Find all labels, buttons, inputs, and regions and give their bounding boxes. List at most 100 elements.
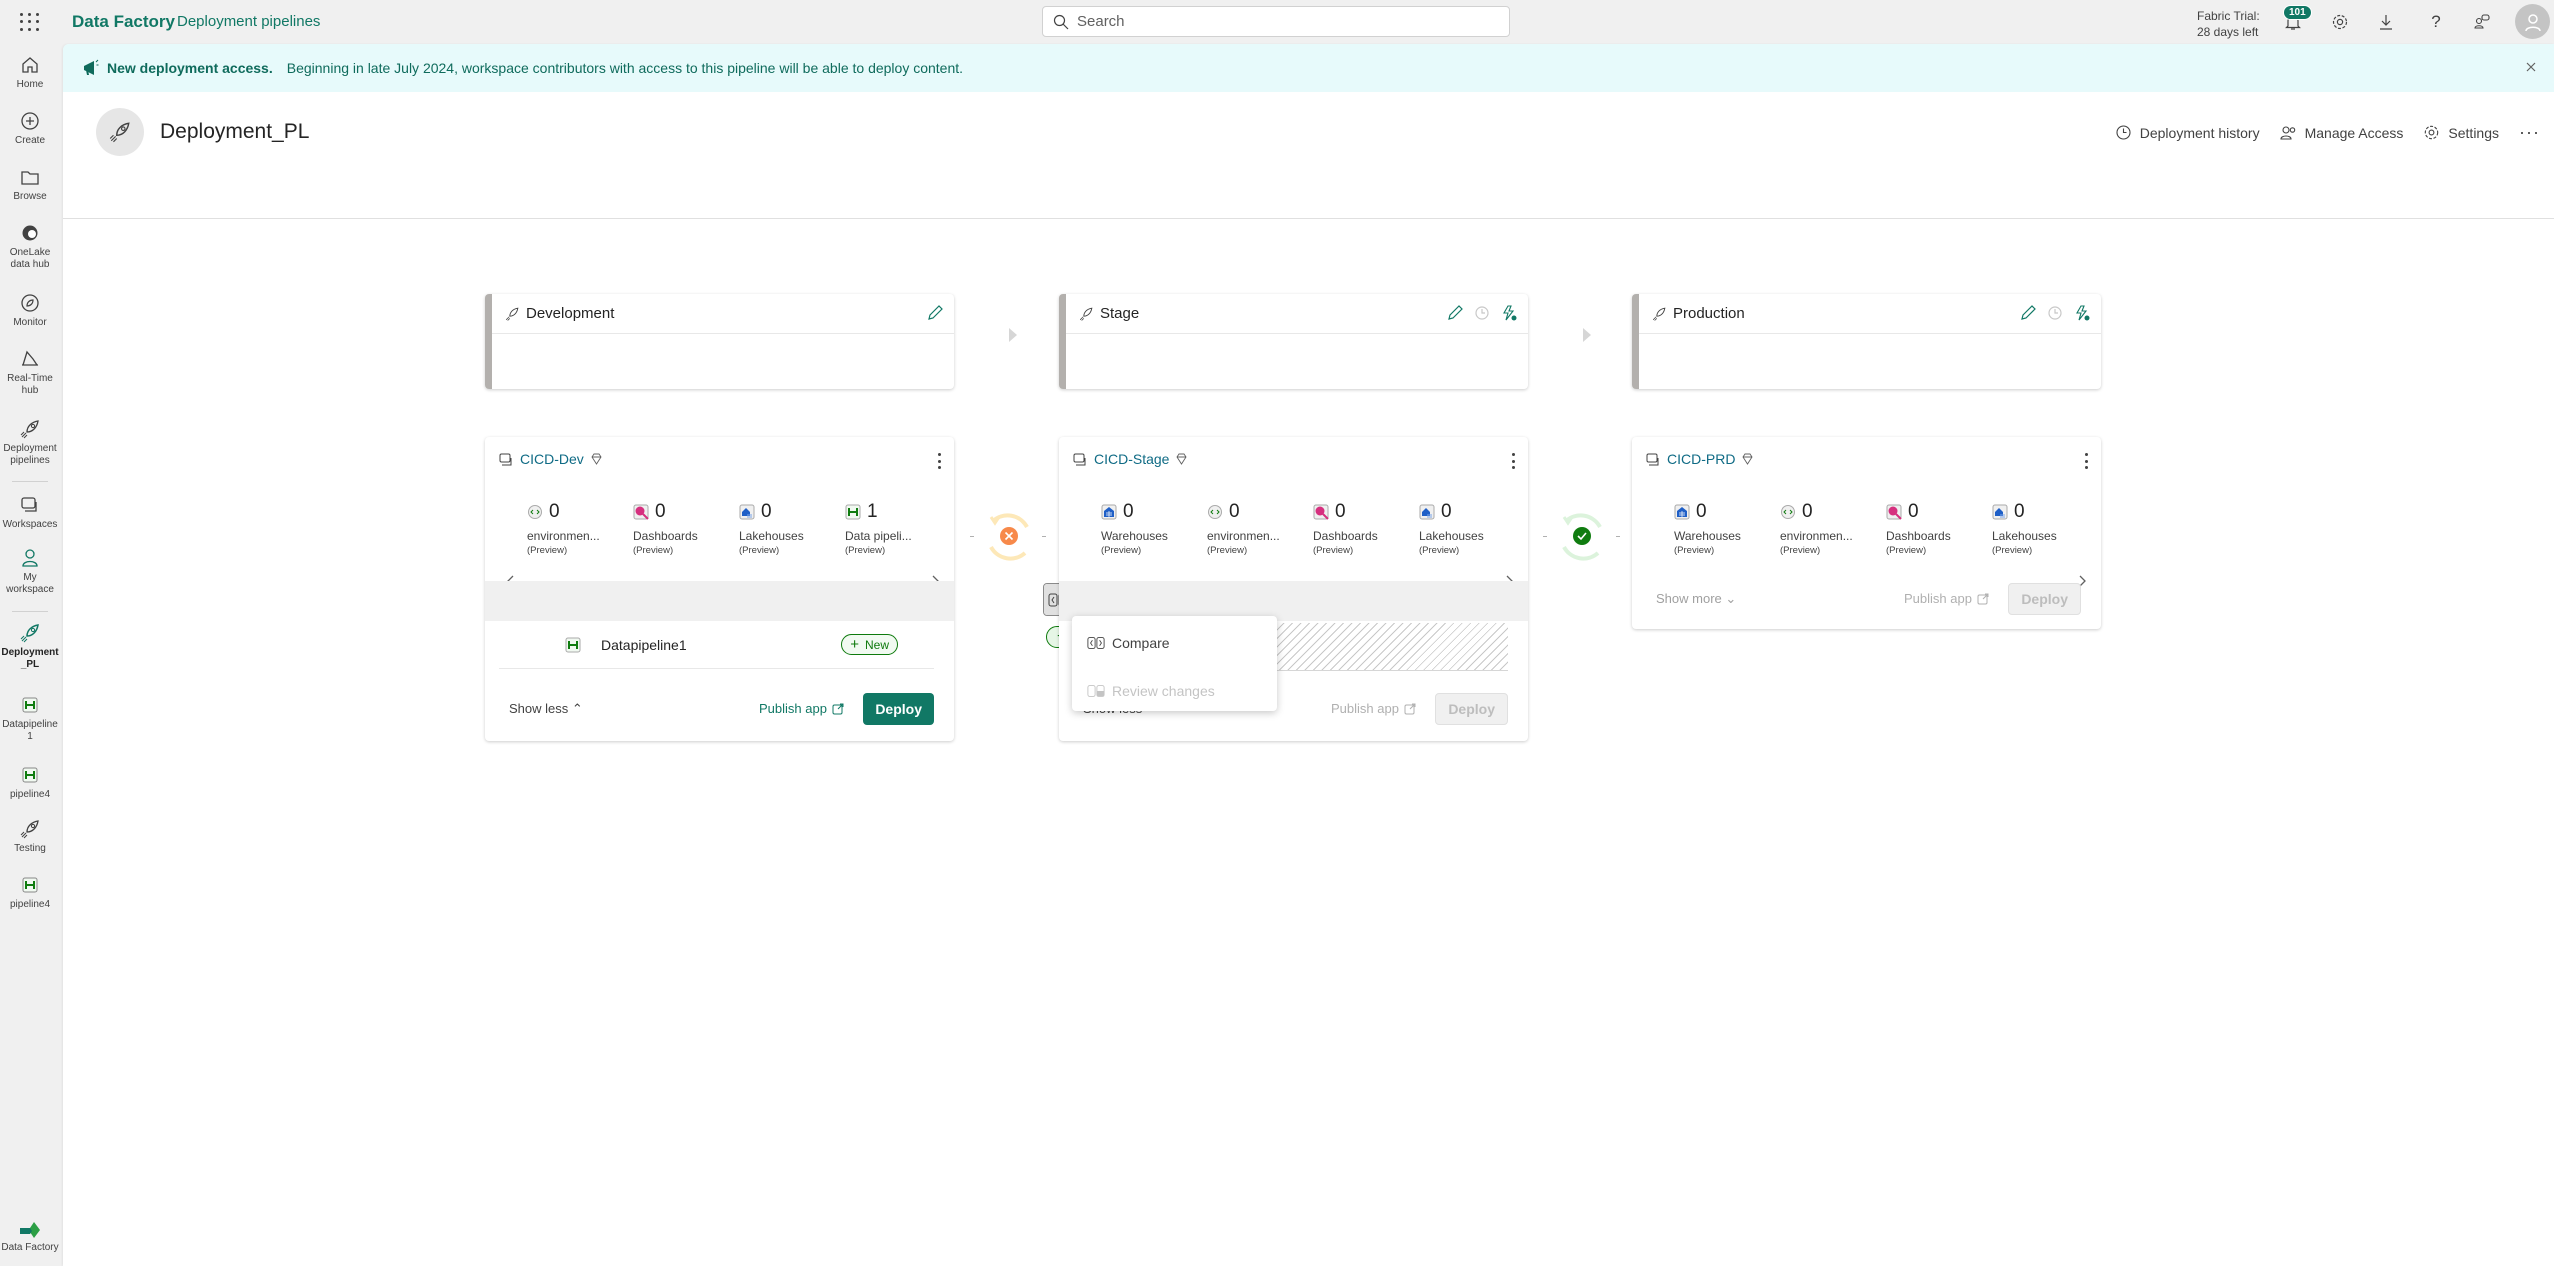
app-launcher-icon[interactable] — [18, 11, 40, 33]
stat-dashboards[interactable]: 0 Dashboards (Preview) — [633, 501, 733, 556]
premium-diamond-icon — [591, 453, 602, 465]
publish-label: Publish app — [1904, 591, 1972, 606]
stat-name: Dashboards — [633, 529, 698, 543]
nav-deployment-pipelines[interactable]: Deployment pipelines — [0, 418, 60, 467]
breadcrumb-section[interactable]: Deployment pipelines — [177, 13, 320, 30]
pipeline-icon — [565, 637, 581, 652]
experience-switcher[interactable]: Data Factory — [0, 1220, 60, 1253]
publish-app-link[interactable]: Publish app — [1904, 591, 1989, 606]
stat-lakehouses[interactable]: 0 Lakehouses (Preview) — [739, 501, 839, 556]
stat-environments[interactable]: 0 environmen... (Preview) — [527, 501, 627, 556]
more-options-button[interactable]: ··· — [2519, 122, 2540, 143]
stat-dashboards[interactable]: 0 Dashboards (Preview) — [1886, 501, 1986, 556]
manage-access-button[interactable]: Manage Access — [2280, 124, 2403, 141]
settings-button[interactable] — [2328, 10, 2352, 34]
nav-datapipeline1[interactable]: Datapipeline 1 — [0, 694, 60, 743]
stage-card-production[interactable]: Production — [1632, 294, 2101, 389]
nav-onelake[interactable]: OneLake data hub — [0, 222, 60, 271]
folder-icon — [21, 171, 39, 185]
new-item-badge: + New — [841, 634, 898, 655]
deploy-button[interactable]: Deploy — [2008, 583, 2081, 615]
deploy-button[interactable]: Deploy — [1435, 693, 1508, 725]
workspace-link[interactable]: CICD-PRD — [1646, 451, 1760, 467]
stat-note: (Preview) — [1313, 545, 1354, 556]
publish-label: Publish app — [1331, 701, 1399, 716]
edit-stage-button[interactable] — [926, 304, 944, 322]
edit-stage-button[interactable] — [1446, 304, 1464, 322]
trial-status[interactable]: Fabric Trial: 28 days left — [2197, 8, 2260, 40]
user-avatar[interactable] — [2515, 4, 2550, 39]
help-button[interactable]: ? — [2424, 10, 2448, 34]
nav-my-workspace[interactable]: My workspace — [0, 547, 60, 596]
nav-testing[interactable]: Testing — [0, 818, 60, 855]
workspace-link[interactable]: CICD-Dev — [499, 451, 609, 467]
nav-create[interactable]: Create — [0, 110, 60, 147]
workspace-icon — [499, 453, 512, 465]
sync-status-in-sync[interactable] — [1554, 505, 1610, 569]
stage-card-development[interactable]: Development — [485, 294, 954, 389]
nav-deployment-pl[interactable]: Deployment _PL — [0, 622, 60, 671]
dashboard-icon — [1313, 504, 1329, 520]
deployment-rules-button[interactable] — [1500, 304, 1518, 322]
stage-history-button[interactable] — [1473, 304, 1491, 322]
deployment-rules-button[interactable] — [2073, 304, 2091, 322]
stat-dashboards[interactable]: 0 Dashboards (Preview) — [1313, 501, 1413, 556]
premium-diamond-icon — [1176, 453, 1188, 465]
stat-lakehouses[interactable]: 0 Lakehouses (Preview) — [1419, 501, 1519, 556]
stat-count: 0 — [1441, 501, 1452, 522]
stat-data-pipelines[interactable]: 1 Data pipeli... (Preview) — [845, 501, 945, 556]
stat-warehouses[interactable]: 0 Warehouses (Preview) — [1101, 501, 1201, 556]
nav-pipeline4[interactable]: pipeline4 — [0, 764, 60, 801]
stat-environments[interactable]: 0 environmen... (Preview) — [1780, 501, 1880, 556]
stat-note: (Preview) — [845, 545, 886, 556]
close-icon[interactable] — [2524, 60, 2538, 74]
nav-home[interactable]: Home — [0, 54, 60, 91]
environment-icon — [528, 505, 542, 519]
deploy-button[interactable]: Deploy — [863, 693, 934, 725]
nav-workspaces[interactable]: Workspaces — [0, 494, 60, 531]
stat-warehouses[interactable]: 0 Warehouses (Preview) — [1674, 501, 1774, 556]
menu-item-compare[interactable]: Compare — [1072, 623, 1277, 663]
workspace-more-button[interactable] — [2083, 453, 2089, 469]
edit-stage-button[interactable] — [2019, 304, 2037, 322]
stat-environments[interactable]: 0 environmen... (Preview) — [1207, 501, 1307, 556]
nav-label: Workspaces — [2, 519, 58, 530]
workspace-link[interactable]: CICD-Stage — [1073, 451, 1194, 467]
nav-realtime-hub[interactable]: Real-Time hub — [0, 348, 60, 397]
deployment-history-button[interactable]: Deployment history — [2115, 124, 2260, 141]
stat-name: Dashboards — [1886, 529, 1951, 543]
banner-text: Beginning in late July 2024, workspace c… — [286, 60, 964, 76]
workspace-more-button[interactable] — [936, 453, 942, 469]
workspace-more-button[interactable] — [1510, 453, 1516, 469]
nav-label: OneLake data hub — [9, 247, 51, 270]
nav-browse[interactable]: Browse — [0, 166, 60, 203]
show-less-toggle[interactable]: Show less ⌃ — [509, 701, 583, 717]
pipeline-settings-button[interactable]: Settings — [2423, 124, 2499, 141]
home-icon — [22, 57, 38, 73]
publish-app-link[interactable]: Publish app — [1331, 701, 1416, 716]
show-more-toggle[interactable]: Show more ⌄ — [1656, 591, 1736, 607]
connector-dash — [970, 536, 974, 537]
trial-label: Fabric Trial: — [2197, 9, 2260, 23]
list-item[interactable]: Datapipeline1 + New — [499, 621, 934, 669]
publish-label: Publish app — [759, 701, 827, 716]
menu-item-label: Review changes — [1112, 683, 1215, 699]
feedback-button[interactable] — [2470, 10, 2494, 34]
stat-name: Warehouses — [1674, 529, 1741, 543]
nav-divider — [12, 611, 48, 612]
search-box[interactable] — [1042, 6, 1510, 37]
stat-name: Data pipeli... — [845, 529, 912, 543]
brand-name[interactable]: Data Factory — [72, 12, 175, 32]
compare-menu: Compare Review changes — [1072, 616, 1277, 711]
sync-status-different[interactable] — [981, 505, 1037, 569]
stage-card-stage[interactable]: Stage — [1059, 294, 1528, 389]
menu-item-review-changes[interactable]: Review changes — [1072, 671, 1277, 711]
stat-lakehouses[interactable]: 0 Lakehouses (Preview) — [1992, 501, 2092, 556]
connector-dash — [1616, 536, 1620, 537]
nav-pipeline4-2[interactable]: pipeline4 — [0, 874, 60, 911]
download-button[interactable] — [2374, 10, 2398, 34]
stage-history-button[interactable] — [2046, 304, 2064, 322]
search-input[interactable] — [1077, 13, 1477, 30]
nav-monitor[interactable]: Monitor — [0, 292, 60, 329]
publish-app-link[interactable]: Publish app — [759, 701, 844, 716]
